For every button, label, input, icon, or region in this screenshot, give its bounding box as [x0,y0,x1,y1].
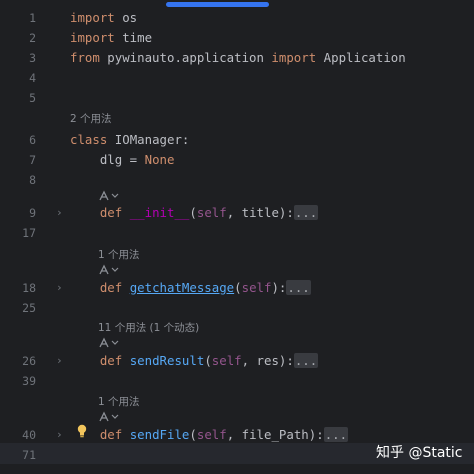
line-number: 39 [22,374,36,388]
code-line[interactable]: 8 [0,170,474,190]
code-text: def getchatMessage(self):... [70,278,311,298]
lightbulb-icon[interactable] [76,424,88,438]
ai-assistant-icon[interactable] [98,337,120,349]
ai-assistant-icon[interactable] [98,411,120,423]
code-token: self [241,280,272,295]
code-text: from pywinauto.application import Applic… [70,48,406,68]
code-token: from [70,50,100,65]
line-number: 1 [29,11,36,25]
code-line[interactable]: 6 class IOManager: [0,130,474,150]
usages-hint[interactable]: 1 个用法 [98,247,140,263]
code-line[interactable]: 4 [0,68,474,88]
line-number: 9 [29,206,36,220]
horizontal-scroll-thumb[interactable] [166,2,269,7]
ai-assistant-icon[interactable] [98,264,120,276]
code-token: getchatMessage [129,280,235,295]
code-text: class IOManager: [70,130,189,150]
usages-hint[interactable]: 11 个用法 (1 个动态) [98,320,199,336]
folded-code-button[interactable]: ... [286,280,311,295]
fold-chevron-icon[interactable]: › [56,278,63,298]
code-text: def sendFile(self, file_Path):... [70,425,349,445]
line-number: 25 [22,301,36,315]
code-token: def [99,280,123,295]
code-text: import time [70,28,152,48]
code-token: os [114,10,138,25]
code-token: import [271,50,317,65]
folded-code-button[interactable]: ... [293,353,319,368]
code-token: None [144,152,175,167]
folded-code-button[interactable]: ... [323,427,349,442]
code-line[interactable]: 9 › def __init__(self, title):... [0,203,474,223]
line-number: 18 [22,281,36,295]
code-token: import [70,30,115,45]
code-token: def [99,427,123,442]
code-line[interactable]: 25 [0,298,474,318]
code-line[interactable]: 1 import os [0,8,474,28]
code-token: , file_Path): [226,427,324,442]
line-number: 40 [22,428,36,442]
code-token: , title): [226,205,294,220]
code-token: sendResult [129,353,205,368]
fold-chevron-icon[interactable]: › [56,425,63,445]
folded-code-button[interactable]: ... [293,205,319,220]
line-number: 3 [29,51,36,65]
code-token: ): [271,280,287,295]
code-line[interactable]: 26 › def sendResult(self, res):... [0,351,474,371]
code-token: sendFile [129,427,190,442]
fold-chevron-icon[interactable]: › [56,351,63,371]
code-token: def [99,353,123,368]
code-line[interactable]: 39 [0,371,474,391]
line-number: 4 [29,71,36,85]
code-token: ( [189,205,197,220]
code-token: pywinauto.application [99,50,272,65]
line-number: 7 [29,153,36,167]
code-token: self [196,427,227,442]
editor-top-scrollbar[interactable] [0,0,474,8]
line-number: 6 [29,133,36,147]
line-number: 5 [29,91,36,105]
code-token: IOManager: [107,132,190,147]
code-token: def [99,205,123,220]
line-number: 8 [29,173,36,187]
code-text: def sendResult(self, res):... [70,351,319,371]
ai-assistant-icon[interactable] [98,190,120,202]
code-token: ( [189,427,197,442]
line-number: 71 [22,448,36,462]
line-number: 17 [22,226,36,240]
code-token: , res): [241,353,294,368]
code-token: ( [234,280,242,295]
line-number: 26 [22,354,36,368]
code-text: dlg = None [70,150,175,170]
code-token: class [70,132,108,147]
code-text: def __init__(self, title):... [70,203,319,223]
line-number: 2 [29,31,36,45]
code-line[interactable]: 5 [0,88,474,108]
code-token: self [196,205,227,220]
code-line[interactable]: 17 [0,223,474,243]
usages-hint[interactable]: 1 个用法 [98,394,140,410]
code-text: import os [70,8,137,28]
fold-chevron-icon[interactable]: › [56,203,63,223]
code-token: __init__ [129,205,190,220]
code-token: self [211,353,242,368]
code-token: import [70,10,115,25]
code-token: time [114,30,153,45]
code-line[interactable]: 18 › def getchatMessage(self):... [0,278,474,298]
code-line[interactable]: 3 from pywinauto.application import Appli… [0,48,474,68]
code-token: dlg = [70,152,145,167]
code-line[interactable]: 7 dlg = None [0,150,474,170]
usages-hint[interactable]: 2 个用法 [70,111,112,127]
code-line[interactable]: 2 import time [0,28,474,48]
code-token: ( [204,353,212,368]
code-token: Application [316,50,406,65]
watermark: 知乎 @Static [376,445,463,461]
